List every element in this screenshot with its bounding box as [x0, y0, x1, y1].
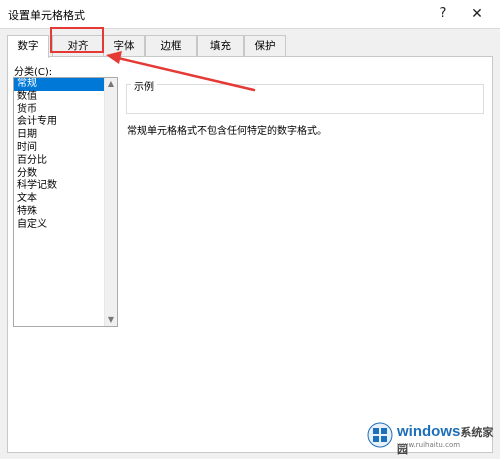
annotation-arrow-icon — [106, 51, 256, 92]
watermark-brand: windows系统家园 — [397, 423, 494, 456]
watermark-url: www.ruihaitu.com — [397, 441, 461, 449]
watermark: windows系统家园 www.ruihaitu.com — [367, 418, 495, 456]
windows-logo-icon — [367, 422, 393, 448]
